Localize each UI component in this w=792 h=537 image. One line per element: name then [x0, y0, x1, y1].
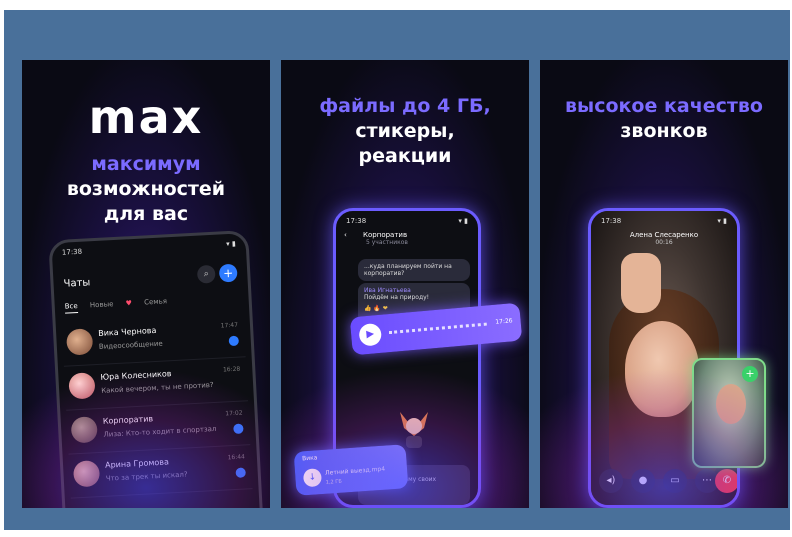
self-face: [716, 384, 746, 424]
signal-icon: ▾ ▮: [225, 239, 236, 249]
tagline-line3: для вас: [103, 203, 189, 225]
chat-time: 17:02: [225, 409, 243, 418]
tagline-line2: возможностей: [66, 178, 226, 200]
chat-time: 16:44: [227, 453, 246, 462]
call-header: Алена Слесаренко 00:16: [591, 231, 737, 246]
screenshots-frame: max максимум возможностей для вас 17:38 …: [4, 10, 790, 530]
tagline-line2: звонков: [620, 120, 708, 142]
file-message[interactable]: Вика ↓ Летний выезд.mp4 1,2 ГБ: [293, 444, 409, 496]
chat-name: Арина Громова: [104, 457, 170, 470]
caller-name: Алена Слесаренко: [629, 231, 699, 239]
chat-preview: Видеосообщение: [98, 339, 163, 351]
chat-list: Вика Чернова Видеосообщение 17:47 Юра Ко…: [61, 313, 253, 499]
chat-preview: Лиза: Кто-то ходит в спортзал: [103, 424, 217, 439]
mic-icon[interactable]: ●: [631, 469, 655, 493]
filter-family[interactable]: ♥ Семья: [125, 297, 177, 308]
avatar: [68, 372, 96, 400]
phone-chats: 17:38 ▾ ▮ Чаты ⌕ + Все Новые ♥ Семья Вик…: [48, 229, 264, 508]
max-logo: max: [88, 90, 204, 144]
camera-icon[interactable]: ▭: [663, 469, 687, 493]
chat-time: 17:47: [220, 321, 239, 330]
chat-name: Вика Чернова: [97, 325, 157, 338]
chat-header: ‹ Корпоратив 5 участников: [344, 231, 470, 253]
tagline-accent: высокое качество: [565, 95, 763, 117]
status-bar: 17:38 ▾ ▮: [346, 217, 468, 227]
file-size: 1,2 ГБ: [325, 478, 343, 486]
tagline-accent: файлы до 4 ГБ,: [319, 95, 491, 117]
file-name: Летний выезд.mp4: [324, 465, 386, 477]
chat-name: Юра Колесников: [100, 369, 172, 382]
promo-card-files: файлы до 4 ГБ, стикеры, реакции 17:38 ▾ …: [281, 60, 529, 508]
back-icon[interactable]: ‹: [344, 231, 347, 239]
avatar: [72, 460, 101, 488]
signal-icon: ▾ ▮: [717, 217, 727, 225]
status-time: 17:38: [346, 217, 367, 225]
unread-badge: [233, 423, 244, 435]
filter-family-label: Семья: [143, 297, 168, 307]
chat-preview: Что за трек ты искал?: [105, 470, 188, 483]
chat-title: Корпоратив: [363, 231, 408, 239]
chats-title: Чаты: [63, 277, 91, 290]
card1-tagline: максимум возможностей для вас: [22, 152, 270, 227]
list-item[interactable]: Арина Громова Что за трек ты искал? 16:4…: [68, 445, 253, 499]
filter-new[interactable]: Новые: [90, 300, 114, 309]
search-icon[interactable]: ⌕: [196, 264, 216, 284]
message-text: Пойдём на природу!: [364, 294, 430, 301]
message-sender: Ива Игнатьева: [364, 287, 411, 294]
download-icon[interactable]: ↓: [302, 468, 323, 488]
new-chat-button[interactable]: +: [218, 263, 238, 283]
avatar: [70, 416, 98, 444]
fox-sticker: [400, 412, 428, 448]
chat-subtitle: 5 участников: [366, 239, 408, 246]
chat-filters: Все Новые ♥ Семья: [64, 294, 239, 317]
waveform: [389, 322, 487, 336]
promo-card-max: max максимум возможностей для вас 17:38 …: [22, 60, 270, 508]
status-time: 17:38: [61, 247, 83, 257]
tagline-line3: реакции: [358, 145, 452, 167]
message-bubble: ...куда планируем пойти на корпоратив?: [358, 259, 470, 281]
voice-duration: 17:26: [495, 317, 513, 326]
chat-preview: Какой вечером, ты не против?: [101, 380, 214, 395]
card2-tagline: файлы до 4 ГБ, стикеры, реакции: [281, 94, 529, 169]
call-duration: 00:16: [655, 239, 673, 246]
heart-icon: ♥: [125, 299, 133, 308]
status-bar: 17:38 ▾ ▮: [62, 240, 236, 259]
status-bar: 17:38 ▾ ▮: [601, 217, 727, 227]
unread-badge: [235, 467, 246, 478]
play-icon[interactable]: ▶: [358, 322, 383, 347]
peace-hand: [621, 253, 661, 313]
tagline-line2: стикеры,: [355, 120, 455, 142]
avatar: [65, 328, 94, 356]
speaker-icon[interactable]: ◂): [599, 469, 623, 493]
file-sender: Вика: [301, 454, 318, 463]
call-controls: ◂) ● ▭ ⋯ ✆: [597, 469, 737, 495]
tagline-accent: максимум: [91, 153, 201, 175]
caller-face: [625, 321, 699, 417]
card3-tagline: высокое качество звонков: [540, 94, 788, 144]
unread-badge: [228, 335, 240, 347]
hang-up-button[interactable]: ✆: [715, 469, 737, 493]
signal-icon: ▾ ▮: [458, 217, 468, 225]
self-view-pip[interactable]: +: [692, 358, 766, 468]
filter-all[interactable]: Все: [64, 301, 79, 314]
promo-card-calls: высокое качество звонков 17:38 ▾ ▮ Алена…: [540, 60, 788, 508]
status-time: 17:38: [601, 217, 622, 225]
add-participant-icon[interactable]: +: [742, 366, 758, 382]
chat-time: 16:28: [222, 365, 241, 374]
chat-name: Корпоратив: [102, 414, 154, 426]
